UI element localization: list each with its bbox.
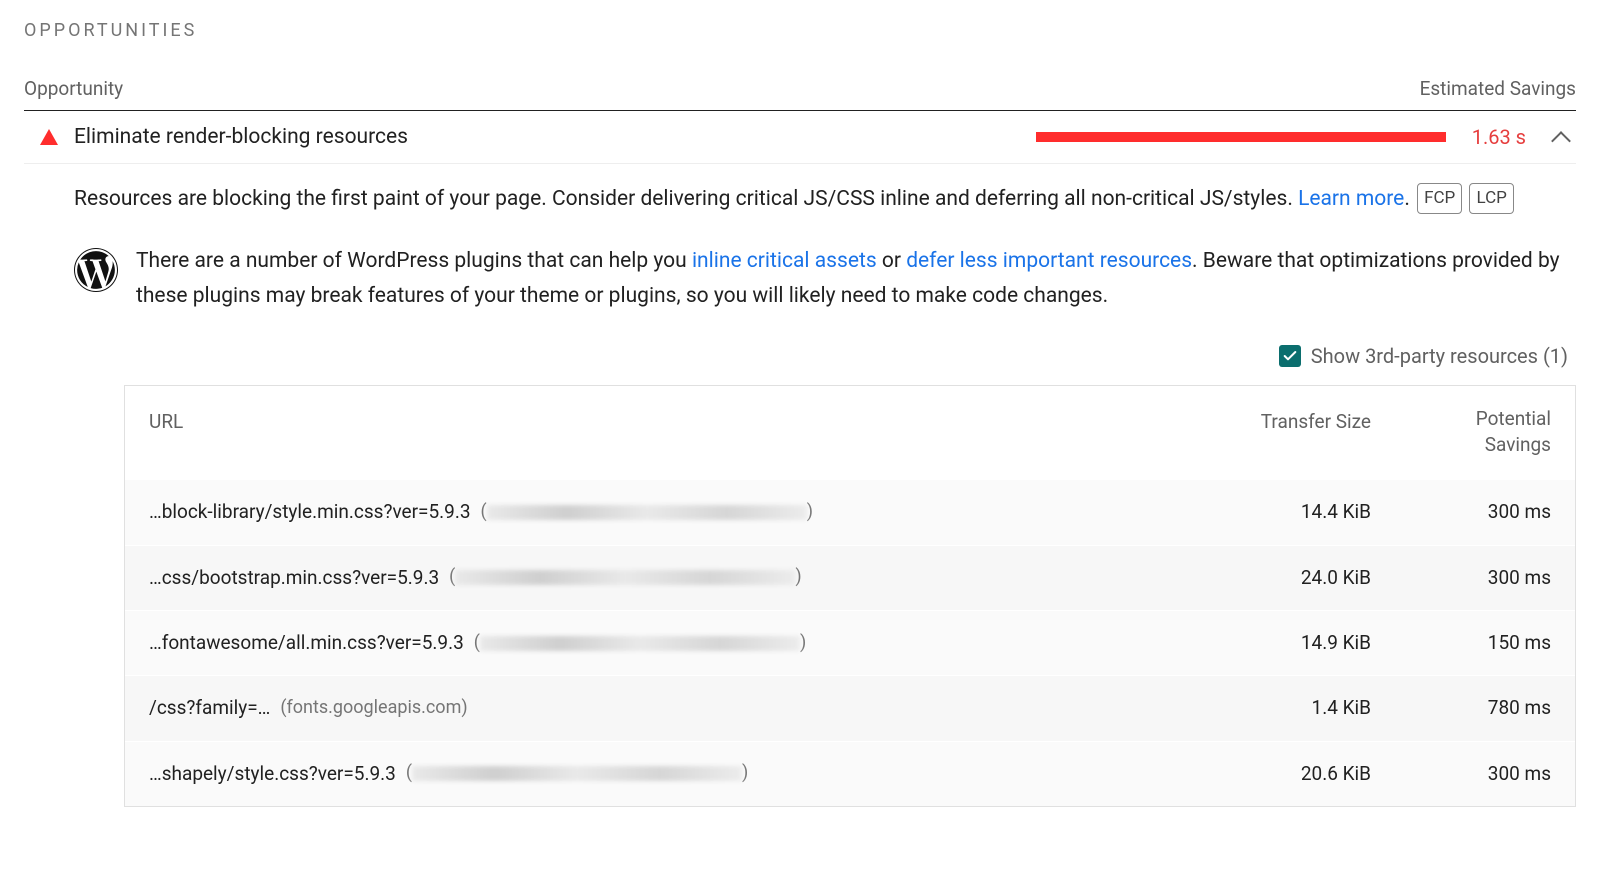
url-path: …css/bootstrap.min.css?ver=5.9.3 <box>149 562 439 594</box>
savings-bar <box>1036 132 1446 142</box>
third-party-toggle[interactable]: Show 3rd-party resources (1) <box>74 339 1576 373</box>
table-header: URL Transfer Size PotentialSavings <box>125 386 1575 479</box>
savings-cell: 780 ms <box>1371 692 1551 724</box>
column-header-row: Opportunity Estimated Savings <box>24 71 1576 111</box>
savings-cell: 300 ms <box>1371 562 1551 594</box>
size-cell: 14.4 KiB <box>1211 496 1371 528</box>
size-cell: 24.0 KiB <box>1211 562 1371 594</box>
url-host: () <box>474 628 806 659</box>
url-host: () <box>406 758 748 789</box>
col-url: URL <box>149 406 1211 438</box>
metric-tag-fcp: FCP <box>1417 183 1462 214</box>
url-host: () <box>481 497 813 528</box>
description-block: Resources are blocking the first paint o… <box>24 164 1576 807</box>
size-cell: 14.9 KiB <box>1211 627 1371 659</box>
col-savings: PotentialSavings <box>1371 406 1551 457</box>
opportunity-row[interactable]: Eliminate render-blocking resources 1.63… <box>24 111 1576 164</box>
section-title: OPPORTUNITIES <box>24 20 1576 41</box>
url-host: (fonts.googleapis.com) <box>280 693 467 724</box>
table-row: …css/bootstrap.min.css?ver=5.9.3 ()24.0 … <box>125 545 1575 610</box>
url-path: …block-library/style.min.css?ver=5.9.3 <box>149 496 471 528</box>
size-cell: 20.6 KiB <box>1211 758 1371 790</box>
header-opportunity: Opportunity <box>24 77 123 100</box>
savings-cell: 150 ms <box>1371 627 1551 659</box>
url-path: …shapely/style.css?ver=5.9.3 <box>149 758 396 790</box>
chevron-up-icon[interactable] <box>1551 131 1571 151</box>
url-host: () <box>449 562 801 593</box>
header-estimated-savings: Estimated Savings <box>1420 77 1576 100</box>
wordpress-advice: There are a number of WordPress plugins … <box>74 244 1576 315</box>
url-path: /css?family=… <box>149 692 270 724</box>
description-text: Resources are blocking the first paint o… <box>74 182 1576 218</box>
col-size: Transfer Size <box>1211 406 1371 438</box>
wp-t2: or <box>877 249 907 273</box>
table-row: …shapely/style.css?ver=5.9.3 ()20.6 KiB3… <box>125 741 1575 806</box>
resources-table: URL Transfer Size PotentialSavings …bloc… <box>124 385 1576 807</box>
inline-critical-link[interactable]: inline critical assets <box>692 249 877 273</box>
third-party-label: Show 3rd-party resources (1) <box>1311 339 1568 373</box>
savings-cell: 300 ms <box>1371 758 1551 790</box>
url-cell: …shapely/style.css?ver=5.9.3 () <box>149 758 1211 790</box>
wordpress-icon <box>74 248 118 292</box>
url-path: …fontawesome/all.min.css?ver=5.9.3 <box>149 627 464 659</box>
metric-tag-lcp: LCP <box>1469 183 1513 214</box>
table-row: …fontawesome/all.min.css?ver=5.9.3 ()14.… <box>125 610 1575 675</box>
url-cell: …fontawesome/all.min.css?ver=5.9.3 () <box>149 627 1211 659</box>
table-row: /css?family=… (fonts.googleapis.com)1.4 … <box>125 675 1575 740</box>
url-cell: …css/bootstrap.min.css?ver=5.9.3 () <box>149 562 1211 594</box>
learn-more-link[interactable]: Learn more <box>1298 187 1404 211</box>
checkbox-checked-icon[interactable] <box>1279 345 1301 367</box>
wordpress-text: There are a number of WordPress plugins … <box>136 244 1576 315</box>
table-row: …block-library/style.min.css?ver=5.9.3 (… <box>125 479 1575 544</box>
severity-triangle-icon <box>40 129 58 145</box>
opportunity-title: Eliminate render-blocking resources <box>74 125 408 149</box>
url-cell: …block-library/style.min.css?ver=5.9.3 (… <box>149 496 1211 528</box>
size-cell: 1.4 KiB <box>1211 692 1371 724</box>
description-before: Resources are blocking the first paint o… <box>74 187 1298 211</box>
url-cell: /css?family=… (fonts.googleapis.com) <box>149 692 1211 724</box>
savings-value: 1.63 s <box>1472 125 1526 149</box>
wp-t1: There are a number of WordPress plugins … <box>136 249 692 273</box>
savings-cell: 300 ms <box>1371 496 1551 528</box>
description-period: . <box>1404 187 1410 211</box>
defer-resources-link[interactable]: defer less important resources <box>906 249 1192 273</box>
